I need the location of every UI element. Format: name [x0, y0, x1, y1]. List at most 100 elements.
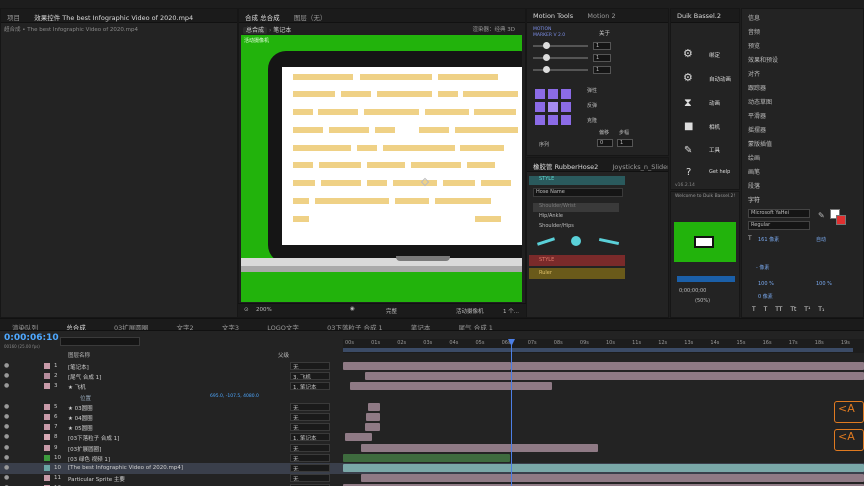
- bounce-label[interactable]: 反弹: [587, 102, 597, 109]
- quality-select[interactable]: 完整: [386, 307, 397, 315]
- slider-value-2[interactable]: 1: [593, 54, 611, 62]
- effects-presets-tab[interactable]: 效果和预设: [748, 55, 778, 64]
- style-bar-yellow[interactable]: Ruler: [529, 268, 625, 279]
- camera-select[interactable]: 活动摄像机: [456, 307, 484, 315]
- layer-duration-bar[interactable]: [343, 464, 864, 472]
- duik-rig-label[interactable]: 绑定: [709, 51, 720, 59]
- step-value[interactable]: 1: [617, 139, 633, 147]
- preview-tab[interactable]: 预览: [748, 41, 760, 50]
- font-style-select[interactable]: Regular: [748, 221, 810, 230]
- layer-name[interactable]: [The best Infographic Video of 2020.mp4]: [68, 465, 183, 471]
- layer-duration-bar[interactable]: [350, 382, 552, 391]
- stroke-width-value[interactable]: - 像素: [756, 264, 769, 271]
- hose-item-1[interactable]: Shoulder/Wrist: [533, 203, 619, 212]
- layer-row[interactable]: ● 9 [03扩展圆圈] 无: [0, 443, 864, 454]
- layer-color-swatch[interactable]: [44, 475, 50, 482]
- layer-name[interactable]: [笔记本]: [68, 363, 89, 371]
- visibility-eye-icon[interactable]: ●: [4, 403, 9, 410]
- layer-duration-bar[interactable]: [343, 362, 511, 370]
- tab-laptop[interactable]: 笔记本: [405, 319, 437, 330]
- layer-duration-bar[interactable]: [365, 423, 380, 432]
- duik-rig-icon[interactable]: ⚙: [683, 47, 693, 60]
- zoom-select[interactable]: 200%: [256, 307, 272, 313]
- vertical-scale[interactable]: 100 %: [758, 281, 774, 287]
- duik-animation-icon[interactable]: ⧗: [684, 96, 692, 110]
- layer-color-swatch[interactable]: [44, 454, 50, 461]
- visibility-eye-icon[interactable]: ●: [4, 464, 9, 471]
- layer-row[interactable]: ● 6 ★ 04圆圈 无: [0, 412, 864, 423]
- layer-name[interactable]: ★ 飞机: [68, 383, 86, 391]
- preview-zoom[interactable]: (50%): [695, 298, 710, 304]
- subscript-button[interactable]: T₁: [818, 306, 824, 313]
- layer-row[interactable]: ● 10 [03 绿色 视频 1] 无: [0, 453, 864, 464]
- layer-color-swatch[interactable]: [44, 414, 50, 420]
- eyedropper-icon[interactable]: ✎: [818, 211, 825, 220]
- layer-name[interactable]: Particular Sprite 主要: [68, 475, 125, 483]
- style-bar-red[interactable]: STYLE: [529, 255, 625, 266]
- layer-duration-bar[interactable]: [361, 443, 598, 452]
- tracker-tab[interactable]: 跟踪器: [748, 83, 766, 92]
- parent-select[interactable]: 无: [290, 423, 330, 432]
- faux-italic-button[interactable]: T: [764, 306, 768, 313]
- slider-value-1[interactable]: 1: [593, 42, 611, 50]
- motion-slider-3[interactable]: [533, 69, 588, 71]
- tab-effect-controls[interactable]: 效果控件 The best Infographic Video of 2020.…: [28, 9, 199, 22]
- tab-joysticks[interactable]: Joysticks_n_Sliders: [606, 160, 668, 171]
- wiggler-tab[interactable]: 摇摆器: [748, 125, 766, 134]
- align-tab[interactable]: 对齐: [748, 69, 760, 78]
- audio-tab[interactable]: 音频: [748, 27, 760, 36]
- layer-name[interactable]: ★ 04圆圈: [68, 414, 93, 422]
- tab-logo-text[interactable]: LOGO文字: [261, 319, 305, 330]
- parent-select[interactable]: 3. 飞机: [290, 372, 330, 381]
- paragraph-tab[interactable]: 段落: [748, 181, 760, 190]
- duik-tools-icon[interactable]: ✎: [684, 145, 692, 156]
- layer-duration-bar[interactable]: [345, 433, 372, 442]
- layer-color-swatch[interactable]: [44, 465, 50, 471]
- tab-rubberhose[interactable]: 橡胶管 RubberHose2: [527, 158, 604, 171]
- motion-about[interactable]: 关于: [599, 29, 610, 37]
- stroke-swatch[interactable]: [836, 215, 846, 225]
- layer-color-swatch[interactable]: [44, 444, 50, 451]
- motion-slider-1[interactable]: [533, 45, 588, 47]
- parent-select[interactable]: 无: [290, 464, 330, 472]
- motion-sketch-tab[interactable]: 动态草图: [748, 97, 772, 106]
- layer-row[interactable]: ● 2 [尾气 合成 1] 3. 飞机: [0, 371, 864, 382]
- small-caps-button[interactable]: Tt: [790, 306, 796, 313]
- parent-select[interactable]: 1. 笔记本: [290, 433, 330, 442]
- tab-expand-circle[interactable]: 03扩展圆圈: [108, 319, 154, 330]
- elastic-label[interactable]: 弹性: [587, 87, 597, 94]
- layer-name[interactable]: ★ 05圆圈: [68, 424, 93, 432]
- layer-row[interactable]: ● 7 ★ 05圆圈 无: [0, 422, 864, 433]
- parent-select[interactable]: 无: [290, 443, 330, 452]
- duik-help-label[interactable]: Get help: [709, 169, 730, 175]
- layer-duration-bar[interactable]: [343, 453, 510, 462]
- motion-slider-2[interactable]: [533, 57, 588, 59]
- tab-exhaust[interactable]: 尾气 合成 1: [453, 319, 499, 330]
- tab-duik[interactable]: Duik Bassel.2: [671, 9, 727, 22]
- tab-project[interactable]: 项目: [1, 9, 26, 22]
- tab-text2[interactable]: 文字2: [170, 319, 199, 330]
- comp-canvas[interactable]: 活动摄像机: [241, 35, 522, 302]
- renderer-label[interactable]: 渲染器：经典 3D: [473, 25, 515, 33]
- visibility-eye-icon[interactable]: ●: [4, 433, 9, 440]
- preview-scrubber[interactable]: [677, 276, 735, 282]
- faux-bold-button[interactable]: T: [752, 306, 756, 313]
- time-ruler[interactable]: 00s 01s 02s 03s 04s 05s 06s 07s 08s 09s 10s 11s 12s 1…: [343, 339, 864, 353]
- tab-render-queue[interactable]: 渲染队列: [0, 319, 44, 330]
- font-size-value[interactable]: 161 像素: [758, 236, 779, 243]
- layer-name[interactable]: ★ 03圆圈: [68, 404, 93, 412]
- superscript-button[interactable]: T¹: [804, 306, 810, 313]
- leading-value[interactable]: 自动: [816, 236, 826, 243]
- offset-value[interactable]: 0: [597, 139, 613, 147]
- hose-graphic-3[interactable]: [598, 237, 620, 246]
- layer-row[interactable]: ● 3 ★ 飞机 1. 笔记本: [0, 381, 864, 392]
- all-caps-button[interactable]: TT: [775, 306, 782, 313]
- mask-interp-tab[interactable]: 蒙版插值: [748, 139, 772, 148]
- layer-name[interactable]: [尾气 合成 1]: [68, 373, 101, 381]
- work-area-bar[interactable]: [343, 348, 853, 352]
- layer-row[interactable]: ● 11 Particular Sprite 主要 无: [0, 473, 864, 484]
- parent-select[interactable]: 无: [290, 413, 330, 421]
- info-tab[interactable]: 信息: [748, 13, 760, 22]
- slider-value-3[interactable]: 1: [593, 66, 611, 74]
- layer-color-swatch[interactable]: [44, 373, 50, 380]
